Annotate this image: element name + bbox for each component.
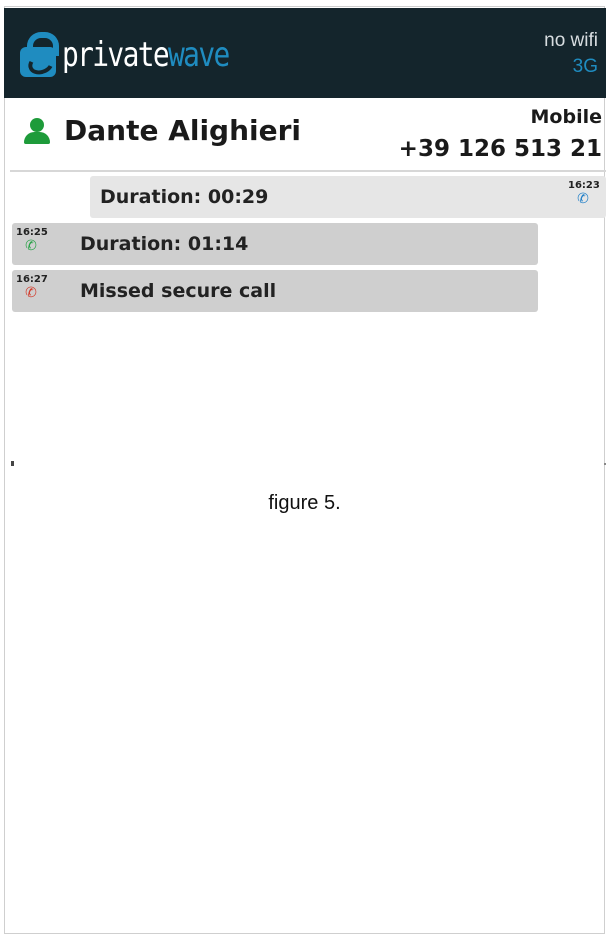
incoming-call-icon: ✆ bbox=[25, 238, 37, 254]
figure-caption: figure 5. bbox=[268, 492, 341, 514]
call-log-item-missed[interactable]: 16:27 ✆ Missed secure call bbox=[12, 270, 538, 312]
call-timestamp: 16:23 ✆ bbox=[568, 180, 600, 207]
divider bbox=[10, 170, 606, 172]
call-duration: Duration: 00:29 bbox=[100, 186, 269, 208]
call-timestamp: 16:27 ✆ bbox=[16, 274, 48, 301]
contact-header[interactable]: Dante Alighieri Mobile +39 126 513 21 bbox=[10, 98, 606, 170]
privatewave-logo: privatewave bbox=[20, 30, 265, 80]
outgoing-call-icon: ✆ bbox=[577, 191, 589, 207]
screen-corner-mark bbox=[11, 461, 14, 466]
call-duration: Duration: 01:14 bbox=[80, 233, 249, 255]
contact-name: Dante Alighieri bbox=[64, 114, 302, 147]
call-timestamp: 16:25 ✆ bbox=[16, 227, 48, 254]
phone-type: Mobile bbox=[530, 106, 602, 128]
person-icon bbox=[24, 118, 50, 146]
call-status: Missed secure call bbox=[80, 280, 277, 302]
cellular-status: 3G bbox=[572, 56, 598, 77]
app-header: privatewave no wifi 3G bbox=[4, 8, 606, 98]
call-log-item-outgoing[interactable]: Duration: 00:29 16:23 ✆ bbox=[90, 176, 606, 218]
missed-call-icon: ✆ bbox=[25, 285, 37, 301]
screen-corner-mark bbox=[604, 463, 606, 465]
wifi-status: no wifi bbox=[544, 30, 598, 51]
phone-number: +39 126 513 21 bbox=[398, 136, 602, 162]
brand-name: privatewave bbox=[62, 35, 230, 75]
network-status: no wifi 3G bbox=[544, 28, 598, 80]
call-log-item-incoming[interactable]: 16:25 ✆ Duration: 01:14 bbox=[12, 223, 538, 265]
lock-icon bbox=[20, 30, 59, 80]
